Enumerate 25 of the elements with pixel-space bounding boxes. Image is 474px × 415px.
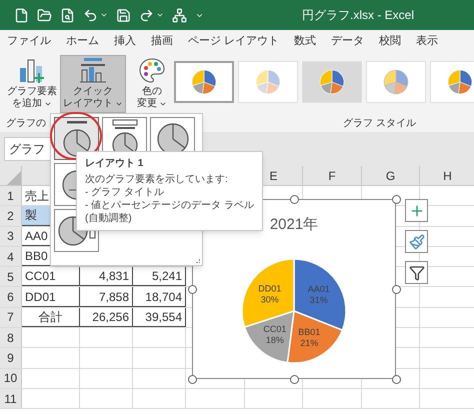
data-label: DD01 30% xyxy=(258,282,282,304)
table-cell-text: CC01 xyxy=(25,268,56,286)
group-label: グラフの xyxy=(6,116,46,130)
data-label: AA01 31% xyxy=(308,284,330,305)
data-label: CC01 18% xyxy=(263,324,286,345)
group-label: グラフ スタイル xyxy=(343,116,416,130)
data-label: BB01 21% xyxy=(298,326,320,348)
table-cell-text: 製 xyxy=(25,207,37,224)
table-cell-text: 売上 xyxy=(25,188,49,205)
chart-title: 2021年 xyxy=(270,215,318,235)
window-title: 円グラフ.xlsx - Excel xyxy=(302,7,414,24)
table-cell-text: 5,241 xyxy=(152,268,182,286)
table-cell-text: 18,704 xyxy=(145,288,182,306)
tooltip-title: レイアウト 1 xyxy=(85,157,144,170)
table-cell-text: 7,858 xyxy=(98,288,129,306)
table-cell-text: 合計 xyxy=(38,308,62,326)
table-cell-text: DD01 xyxy=(25,288,56,306)
table-cell-text: 26,256 xyxy=(92,308,129,326)
tooltip-text: (自動調整) xyxy=(85,212,133,225)
tooltip-text: - グラフ タイトル xyxy=(85,186,165,199)
table-cell-text: 39,554 xyxy=(145,308,182,326)
table-cell-text: AA0 xyxy=(25,228,48,245)
table-cell-text: 4,831 xyxy=(98,268,129,286)
tooltip-text: 次のグラフ要素を示しています: xyxy=(85,173,229,186)
table-cell-text: BB0 xyxy=(25,248,48,266)
